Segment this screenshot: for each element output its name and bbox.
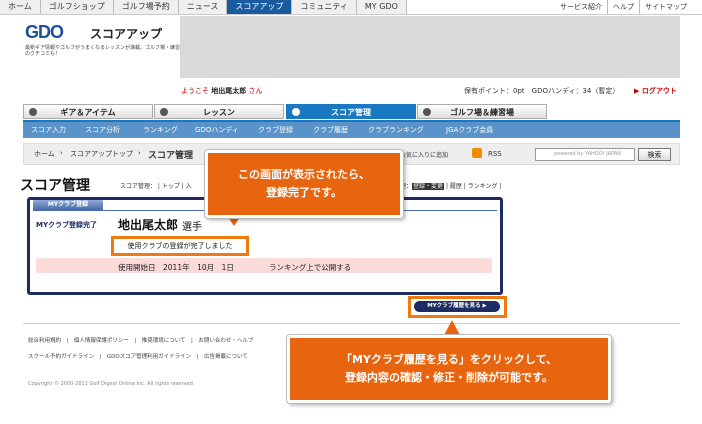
callout-line: 登録内容の確認・修正・削除が可能です。 <box>345 371 553 384</box>
page-title: スコア管理 <box>20 178 90 194</box>
ranking-visibility: ランキング上で公開する <box>269 263 352 272</box>
search-button[interactable]: 検索 <box>638 148 671 161</box>
player-suffix: 選手 <box>182 222 202 233</box>
nav-news[interactable]: ニュース <box>178 0 228 14</box>
subnav-club-ranking[interactable]: クラブランキング <box>368 125 424 135</box>
tab-label: ゴルフ場＆練習場 <box>450 108 514 117</box>
tab-label: スコア管理 <box>331 108 371 117</box>
welcome-prefix: ようこそ <box>181 87 209 95</box>
subnav-club-register[interactable]: クラブ登録 <box>258 125 293 135</box>
welcome-user: 地出尾太郎 <box>211 87 247 95</box>
crumb-scoreup-top[interactable]: スコアアップトップ <box>70 149 133 159</box>
rss-icon[interactable] <box>472 148 482 158</box>
callout-line: 「MYクラブ履歴を見る」をクリックして、 <box>340 353 558 366</box>
subnav-score-input[interactable]: スコア入力 <box>31 125 66 135</box>
welcome-message: ようこそ 地出尾太郎 さん <box>181 86 262 96</box>
welcome-suffix: さん <box>248 87 263 95</box>
rss-link[interactable]: RSS <box>488 150 502 158</box>
link-help[interactable]: ヘルプ <box>607 0 639 14</box>
add-favorite-link[interactable]: お気に入りに追加 <box>400 150 448 159</box>
subnav-gdo-handicap[interactable]: GDOハンディ <box>195 125 239 135</box>
tagline: 最新ギア情報やゴルフがうまくなるレッスンが満載。ゴルフ場・練習場のクチコミも！ <box>25 45 186 57</box>
callout-line: この画面が表示されたら、 <box>238 168 370 181</box>
ad-banner <box>180 16 680 78</box>
tab-score-management[interactable]: スコア管理 <box>286 104 416 119</box>
footer-divider <box>23 323 680 324</box>
subhead-rest[interactable]: | 履歴 | ランキング | <box>444 183 502 190</box>
chevron-right-icon: › <box>138 149 141 157</box>
registration-done-message: 使用クラブの登録が完了しました <box>111 236 249 256</box>
logout-label: ログアウト <box>641 87 677 95</box>
subnav-club-history[interactable]: クラブ履歴 <box>313 125 348 135</box>
tab-gear-items[interactable]: ギア＆アイテム <box>23 104 153 119</box>
footer-links-row2[interactable]: スクール予約ガイドライン | GDOスコア管理利用ガイドライン | 広告掲載につ… <box>28 352 248 360</box>
nav-home[interactable]: ホーム <box>0 0 41 14</box>
player-name: 地出尾太郎 <box>118 218 179 232</box>
crumb-current: スコア管理 <box>148 151 194 161</box>
start-date: 使用開始日 2011年 10月 1日 <box>118 263 234 272</box>
points-handicap: 保有ポイント：0pt GDOハンディ：34（暫定） <box>464 87 620 95</box>
search-input[interactable]: powered by YAHOO! JAPAN <box>535 148 635 161</box>
callout-line: 登録完了です。 <box>266 186 342 199</box>
top-nav: ホーム ゴルフショップ ゴルフ場予約 ニュース スコアアップ コミュニティ MY… <box>0 0 702 15</box>
tab-label: ギア＆アイテム <box>60 108 116 117</box>
subhead-links-right: 理：登録・変更 | 履歴 | ランキング | <box>400 181 501 190</box>
tab-lesson[interactable]: レッスン <box>154 104 284 119</box>
subhead-links[interactable]: スコア管理： | トップ | 入 <box>120 181 192 190</box>
tab-label: レッスン <box>203 108 235 117</box>
logout-link[interactable]: ▶ ログアウト <box>634 86 677 96</box>
panel-tab: MYクラブ登録 <box>33 200 103 210</box>
subnav-ranking[interactable]: ランキング <box>143 125 178 135</box>
nav-my-gdo[interactable]: MY GDO <box>356 0 407 14</box>
subhead-register-active[interactable]: 登録・変更 <box>412 183 445 190</box>
crumb-home[interactable]: ホーム <box>34 149 55 159</box>
nav-community[interactable]: コミュニティ <box>292 0 357 14</box>
callout-view-history: 「MYクラブ履歴を見る」をクリックして、 登録内容の確認・修正・削除が可能です。 <box>287 335 611 403</box>
section-name: スコアアップ <box>90 27 163 41</box>
club-history-button[interactable]: MYクラブ履歴を見る ▶ <box>414 301 500 312</box>
copyright: Copyright © 2000-2011 Golf Digest Online… <box>28 381 195 387</box>
subnav-jga-member[interactable]: JGAクラブ会員 <box>446 125 493 135</box>
nav-score-up[interactable]: スコアアップ <box>227 0 293 14</box>
gdo-logo[interactable]: GDO <box>25 22 64 43</box>
usage-info-row <box>36 258 492 273</box>
registration-complete-label: MYクラブ登録完了 <box>36 221 98 229</box>
link-service[interactable]: サービス紹介 <box>555 0 607 14</box>
nav-course-booking[interactable]: ゴルフ場予約 <box>113 0 179 14</box>
subnav-score-analysis[interactable]: スコア分析 <box>85 125 120 135</box>
nav-golf-shop[interactable]: ゴルフショップ <box>40 0 114 14</box>
sub-nav: スコア入力 スコア分析 ランキング GDOハンディ クラブ登録 クラブ履歴 クラ… <box>23 120 680 138</box>
tab-courses-ranges[interactable]: ゴルフ場＆練習場 <box>417 104 547 119</box>
link-sitemap[interactable]: サイトマップ <box>639 0 692 14</box>
callout-registration-complete: この画面が表示されたら、 登録完了です。 <box>205 150 403 218</box>
chevron-right-icon: › <box>60 149 63 157</box>
footer-links-row1[interactable]: 総合利用規約 | 個人情報保護ポリシー | 推奨環境について | お問い合わせ・… <box>28 336 253 344</box>
